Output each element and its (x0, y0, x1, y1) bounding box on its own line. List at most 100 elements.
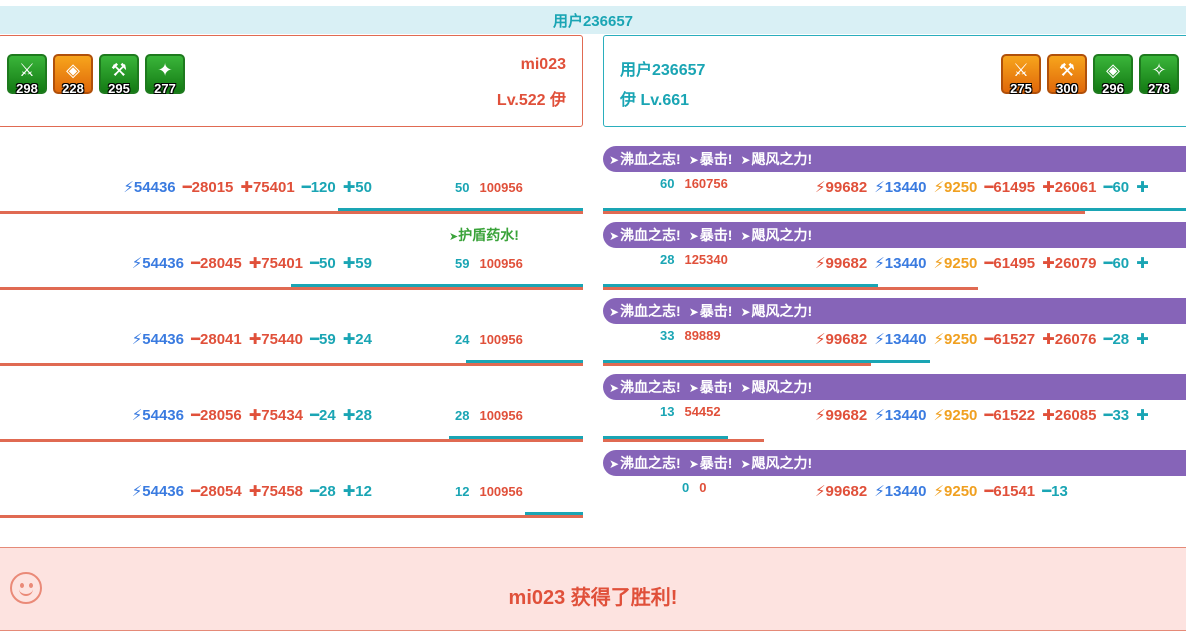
hp-current: 33 (660, 328, 675, 343)
shield-loss-stat: ━13 (1042, 483, 1068, 500)
attack-stat: ⚡54436 (131, 255, 184, 272)
attack-stat: ⚡99682 (815, 179, 868, 196)
buff-label: ➤飓风之力! (740, 379, 813, 395)
left-hp-readout: 12 100956 (455, 484, 523, 499)
damage-stat: ━28056 (190, 407, 242, 424)
left-shield-bar (525, 512, 583, 515)
buff-label: ➤暴击! (688, 227, 733, 243)
shield-gain-stat: ✚ (1136, 331, 1149, 348)
right-hp-bar (603, 439, 764, 442)
right-hp-readout: 33 89889 (660, 328, 721, 343)
left-shield-bar (449, 436, 583, 439)
shield-gain-stat: ✚ (1136, 255, 1149, 272)
hp-max: 100956 (479, 484, 523, 499)
skill-slot-4[interactable]: ✦ 277 (145, 54, 185, 96)
skill-level: 277 (154, 81, 176, 96)
left-hp-bar-track (0, 211, 583, 214)
hp-max: 125340 (684, 252, 728, 267)
right-hp-bar (603, 363, 871, 366)
battle-round: ➤沸血之志! ➤暴击! ➤飓风之力! ➤护盾药水! ⚡54436 ━28045 ✚75401… (0, 222, 1186, 298)
arrow-icon: ➤ (740, 381, 751, 395)
hammer-icon: ⚒ (110, 60, 128, 80)
hp-max: 100956 (479, 332, 523, 347)
right-stats: ⚡99682 ⚡13440 ⚡9250 ━61495 ✚26079 ━60 ✚ (815, 254, 1156, 272)
right-player-panel: 用户236657 伊 Lv.661 ⚔ 275 ⚒ 300 ◈ 296 ✧ 27… (603, 35, 1186, 127)
right-hp-readout: 28 125340 (660, 252, 728, 267)
shield-gain-stat: ✚50 (342, 179, 372, 196)
wind-stat: ⚡9250 (933, 179, 978, 196)
left-shield-bar (338, 208, 583, 211)
heal-stat: ✚26085 (1042, 407, 1097, 424)
victory-text: mi023 获得了胜利! (508, 587, 678, 609)
heal-stat: ✚26079 (1042, 255, 1097, 272)
arrow-icon: ➤ (740, 305, 751, 319)
shield-loss-stat: ━59 (310, 331, 336, 348)
skill-slot-3[interactable]: ⚒ 295 (99, 54, 139, 96)
hp-max: 160756 (684, 176, 728, 191)
skill-slot-2[interactable]: ◈ 228 (53, 54, 93, 96)
left-shield-bar (291, 284, 583, 287)
skill-slot-4[interactable]: ✧ 278 (1139, 54, 1179, 96)
skill-slot-2[interactable]: ⚒ 300 (1047, 54, 1087, 96)
shield-icon: ◈ (66, 60, 80, 80)
heal-stat: ✚26076 (1042, 331, 1097, 348)
shield-gain-stat: ✚28 (342, 407, 372, 424)
right-hp-readout: 13 54452 (660, 404, 721, 419)
shield-loss-stat: ━60 (1103, 179, 1130, 196)
damage-stat: ━61495 (984, 255, 1036, 272)
attack-stat: ⚡54436 (123, 179, 176, 196)
wind-stat: ⚡9250 (933, 255, 978, 272)
wind-stat: ⚡9250 (933, 407, 978, 424)
right-player-level: 伊 Lv.661 (620, 92, 690, 109)
hp-max: 100956 (479, 180, 523, 195)
skill-level: 296 (1102, 81, 1124, 96)
heal-stat: ✚75401 (240, 179, 295, 196)
hammer-icon: ⚒ (1058, 60, 1076, 80)
crit-stat: ⚡13440 (874, 255, 927, 272)
skill-slot-1[interactable]: ⚔ 298 (7, 54, 47, 96)
arrow-icon: ➤ (688, 305, 699, 319)
left-hp-bar-track (0, 439, 583, 442)
heal-stat: ✚75434 (248, 407, 304, 424)
damage-stat: ━28054 (190, 483, 242, 500)
hp-current: 0 (682, 480, 690, 495)
damage-stat: ━61495 (984, 179, 1036, 196)
arrow-icon: ➤ (740, 153, 751, 167)
damage-stat: ━28041 (190, 331, 242, 348)
wind-stat: ⚡9250 (933, 483, 978, 500)
left-stats: ⚡54436 ━28054 ✚75458 ━28 ✚12 (132, 482, 372, 500)
damage-stat: ━28015 (182, 179, 234, 196)
arrow-icon: ➤ (688, 457, 699, 471)
heal-stat: ✚26061 (1042, 179, 1097, 196)
attack-stat: ⚡99682 (815, 407, 868, 424)
shield-gain-stat: ✚24 (342, 331, 372, 348)
attack-stat: ⚡99682 (815, 483, 868, 500)
right-player-name: 用户236657 (620, 62, 706, 79)
hp-max: 89889 (684, 328, 721, 343)
buff-banner: ➤沸血之志! ➤暴击! ➤飓风之力! (603, 222, 1186, 248)
hp-current: 12 (455, 484, 470, 499)
crit-stat: ⚡13440 (874, 179, 927, 196)
shield-loss-stat: ━28 (1103, 331, 1130, 348)
arrow-icon: ➤ (740, 229, 751, 243)
right-hp-readout: 60 160756 (660, 176, 728, 191)
buff-label: ➤飓风之力! (740, 151, 813, 167)
skill-level: 298 (16, 81, 38, 96)
shield-loss-stat: ━60 (1103, 255, 1130, 272)
buff-label: ➤飓风之力! (740, 303, 813, 319)
skill-level: 228 (62, 81, 84, 96)
buff-label: ➤飓风之力! (740, 227, 813, 243)
shield-icon: ◈ (1106, 60, 1120, 80)
skill-slot-1[interactable]: ⚔ 275 (1001, 54, 1041, 96)
buff-label: ➤沸血之志! (609, 303, 681, 319)
buff-label: ➤暴击! (688, 303, 733, 319)
right-hp-bar (603, 211, 1085, 214)
left-stats: ⚡54436 ━28041 ✚75440 ━59 ✚24 (132, 330, 372, 348)
potion-label: ➤护盾药水! (449, 227, 519, 243)
skill-slot-3[interactable]: ◈ 296 (1093, 54, 1133, 96)
battle-round: ➤沸血之志! ➤暴击! ➤飓风之力! ⚡54436 ━28015 ✚75401 ━120 ✚5… (0, 146, 1186, 222)
right-stats: ⚡99682 ⚡13440 ⚡9250 ━61541 ━13 (815, 482, 1075, 500)
damage-stat: ━61541 (984, 483, 1036, 500)
hp-current: 60 (660, 176, 675, 191)
hp-current: 59 (455, 256, 470, 271)
